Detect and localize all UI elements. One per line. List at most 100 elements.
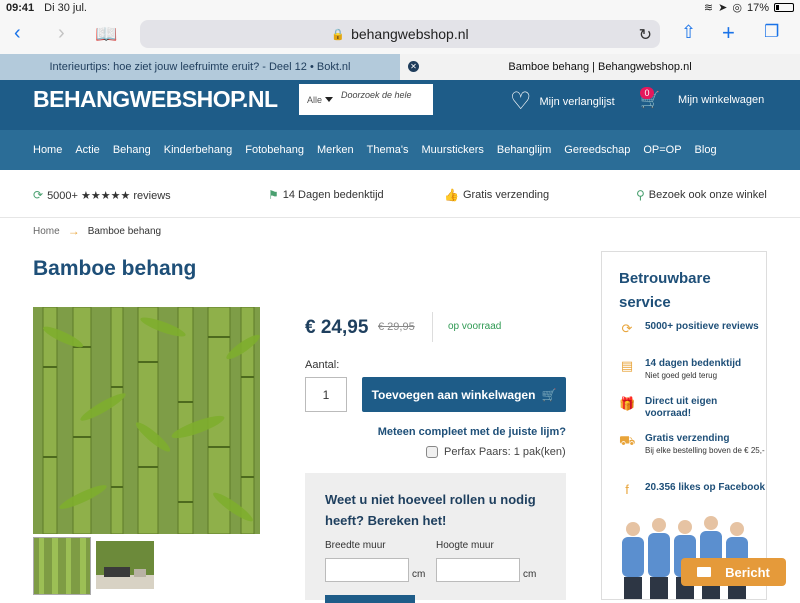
chat-button[interactable]: Bericht (681, 558, 786, 586)
service-item-bedenktijd: ▤ 14 dagen bedenktijd Niet goed geld ter… (619, 358, 741, 381)
back-icon[interactable]: ‹ (14, 22, 21, 45)
address-bar[interactable]: 🔒 behangwebshop.nl ↻ (140, 20, 660, 48)
width-unit: cm (412, 569, 426, 580)
map-pin-icon: ⚲ (636, 188, 645, 202)
nav-muurstickers[interactable]: Muurstickers (422, 144, 484, 156)
truck-icon: ⛟ (619, 433, 636, 448)
thumbnail-room[interactable] (96, 541, 154, 589)
search-input[interactable]: Doorzoek de hele (341, 90, 412, 100)
service-item-title: 14 dagen bedenktijd (645, 358, 742, 369)
quantity-input[interactable]: 1 (305, 377, 347, 412)
search-category-select[interactable]: Alle (299, 95, 339, 105)
perfax-option[interactable]: Perfax Paars: 1 pak(ken) (426, 446, 566, 458)
height-unit: cm (523, 569, 537, 580)
service-title: Betrouwbare service (619, 270, 711, 311)
nav-home[interactable]: Home (33, 144, 62, 156)
breadcrumb-home[interactable]: Home (33, 226, 60, 237)
browser-toolbar: ‹ › 📖 🔒 behangwebshop.nl ↻ ⇧ + ❐ (0, 16, 800, 54)
share-icon[interactable]: ⇧ (681, 22, 696, 43)
gift-icon: 🎁 (619, 396, 636, 411)
adhesive-link[interactable]: Meteen compleet met de juiste lijm? (378, 426, 566, 438)
refresh-icon: ⟳ (33, 188, 44, 202)
old-price: € 29,95 (378, 321, 415, 333)
breadcrumb-current: Bamboe behang (87, 225, 162, 237)
width-label: Breedte muur (325, 540, 386, 551)
tab-bar: Interieurtips: hoe ziet jouw leefruimte … (0, 54, 800, 80)
perfax-label: Perfax Paars: 1 pak(ken) (444, 446, 566, 458)
bookmark-icon: ⚑ (268, 188, 279, 202)
service-box: Betrouwbare service ⟳ 5000+ positieve re… (601, 251, 767, 600)
price-divider (432, 312, 433, 342)
service-item-voorraad: 🎁 Direct uit eigen voorraad! (619, 396, 766, 420)
perfax-checkbox[interactable] (426, 446, 438, 458)
close-tab-icon[interactable]: ✕ (408, 61, 419, 72)
cart-icon: 🛒 (541, 387, 557, 402)
service-item-title: 5000+ positieve reviews (645, 321, 759, 332)
calculate-button[interactable] (325, 595, 415, 603)
thumbnail-bamboo[interactable] (33, 537, 91, 595)
service-item-title: Gratis verzending (645, 433, 730, 444)
calculator-title: Weet u niet hoeveel rollen u nodig heeft… (325, 492, 536, 528)
site-logo[interactable]: BEHANGWEBSHOP.NL (33, 86, 278, 113)
search-category-value: Alle (307, 94, 323, 105)
nav-gereedschap[interactable]: Gereedschap (564, 144, 630, 156)
service-item-title: 20.356 likes op Facebook (645, 482, 766, 493)
wishlist-link[interactable]: ♡ Mijn verlanglijst (510, 87, 615, 116)
usp-verzending[interactable]: 👍 Gratis verzending (444, 188, 549, 202)
battery-icon (774, 3, 794, 12)
cart-label: Mijn winkelwagen (678, 94, 765, 106)
chat-label: Bericht (725, 564, 770, 580)
stock-status: op voorraad (448, 321, 502, 332)
usp-text: Gratis verzending (462, 189, 550, 201)
wishlist-label: Mijn verlanglijst (539, 95, 615, 108)
width-input[interactable] (325, 558, 409, 582)
bookmarks-icon[interactable]: 📖 (95, 24, 117, 45)
bamboo-thumb-image (34, 538, 90, 594)
forward-icon[interactable]: › (58, 22, 65, 45)
service-item-title: Direct uit eigen voorraad! (645, 396, 718, 419)
add-to-cart-button[interactable]: Toevoegen aan winkelwagen 🛒 (362, 377, 566, 412)
nav-opop[interactable]: OP=OP (643, 144, 681, 156)
nav-fotobehang[interactable]: Fotobehang (245, 144, 304, 156)
page-title: Bamboe behang (33, 257, 197, 280)
caret-down-icon (325, 97, 334, 102)
search-box[interactable]: Alle Doorzoek de hele (299, 84, 433, 115)
service-item-sub: Bij elke bestelling boven de € 25,- (645, 446, 765, 455)
tab-label: Bamboe behang | Behangwebshop.nl (508, 61, 692, 73)
service-item-reviews: ⟳ 5000+ positieve reviews (619, 321, 759, 337)
battery-level: 17% (746, 1, 769, 14)
product-image[interactable] (33, 307, 260, 534)
tabs-icon[interactable]: ❐ (764, 22, 779, 42)
status-time: 09:41 (6, 2, 35, 14)
height-input[interactable] (436, 558, 520, 582)
usp-text: Bezoek ook onze winkel (648, 189, 767, 201)
nav-merken[interactable]: Merken (317, 144, 354, 156)
new-tab-icon[interactable]: + (722, 20, 735, 46)
wifi-icon: ≋ (703, 2, 714, 14)
calendar-icon: ▤ (620, 358, 634, 373)
nav-kinderbehang[interactable]: Kinderbehang (164, 144, 233, 156)
product-price: € 24,95 (305, 317, 369, 338)
usp-reviews[interactable]: ⟳ 5000+ ★★★★★ reviews (33, 188, 171, 202)
status-bar: 09:41 Di 30 jul. ≋ ➤ ◎ 17% (0, 0, 800, 16)
nav-blog[interactable]: Blog (695, 144, 717, 156)
usp-winkel[interactable]: ⚲ Bezoek ook onze winkel (636, 188, 767, 202)
nav-actie[interactable]: Actie (75, 144, 99, 156)
height-label: Hoogte muur (436, 540, 494, 551)
service-item-facebook[interactable]: f 20.356 likes op Facebook (619, 482, 765, 497)
nav-behang[interactable]: Behang (113, 144, 151, 156)
tab-label: Interieurtips: hoe ziet jouw leefruimte … (49, 61, 351, 73)
tab-bamboe[interactable]: ✕ Bamboe behang | Behangwebshop.nl (400, 54, 800, 80)
tab-bokt[interactable]: Interieurtips: hoe ziet jouw leefruimte … (0, 54, 400, 80)
cart-link[interactable]: Mijn winkelwagen (678, 94, 764, 106)
status-right: ≋ ➤ ◎ 17% (704, 1, 794, 14)
reload-icon[interactable]: ↻ (639, 25, 652, 45)
facebook-icon: f (625, 482, 629, 497)
breadcrumb: Home → Bamboe behang (33, 224, 161, 238)
address-text: behangwebshop.nl (351, 26, 469, 42)
add-to-cart-label: Toevoegen aan winkelwagen (371, 387, 536, 402)
nav-themas[interactable]: Thema's (367, 144, 409, 156)
usp-bedenktijd[interactable]: ⚑ 14 Dagen bedenktijd (268, 188, 384, 202)
quantity-label: Aantal: (305, 359, 340, 371)
nav-behanglijm[interactable]: Behanglijm (497, 144, 551, 156)
